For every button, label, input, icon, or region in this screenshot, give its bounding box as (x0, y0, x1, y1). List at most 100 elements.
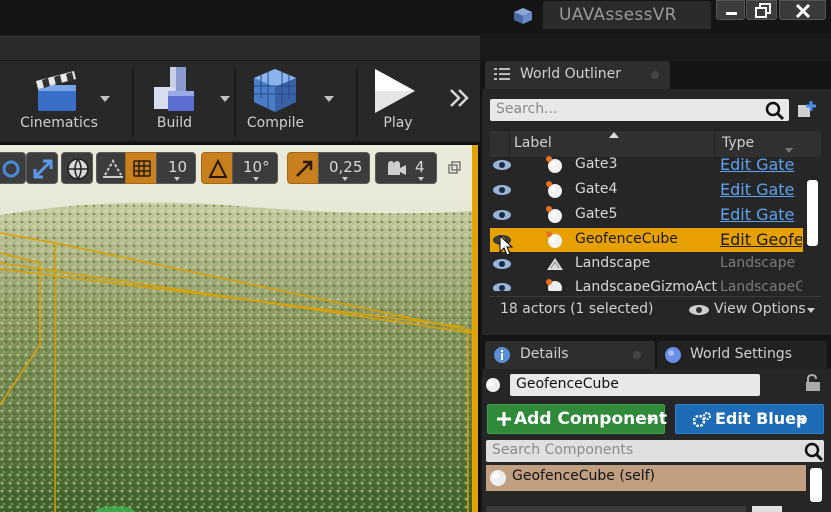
outliner-search-input[interactable]: Search... (490, 99, 789, 121)
transform-scale-button[interactable] (26, 152, 58, 184)
play-button[interactable]: Play (362, 61, 434, 139)
minimize-button[interactable] (716, 0, 745, 20)
edit-blueprint-caret-icon (799, 418, 807, 423)
cinematics-dropdown-icon[interactable] (100, 96, 110, 102)
title-bar: UAVAssessVR (0, 0, 831, 34)
actor-name-field[interactable]: GeofenceCube (510, 374, 760, 396)
rotation-snap-toggle[interactable] (201, 152, 233, 184)
compile-dropdown-icon[interactable] (324, 96, 334, 102)
scale-snap-toggle[interactable] (287, 152, 319, 184)
outliner-row-label: Gate5 (575, 206, 618, 222)
outliner-row[interactable]: LandscapeGizmoActi LandscapeG (490, 276, 803, 291)
grid-size-value: 10 (168, 158, 188, 176)
grid-size-dropdown[interactable]: 10 (156, 152, 196, 184)
surface-snapping-button[interactable] (96, 152, 128, 184)
window-title: UAVAssessVR (559, 5, 677, 25)
add-actor-icon[interactable] (796, 99, 818, 121)
view-options-button[interactable]: View Options (688, 300, 818, 320)
grid-snap-toggle[interactable] (125, 152, 157, 184)
viewport-scene (0, 145, 472, 512)
search-components-placeholder: Search Components (492, 442, 634, 458)
outliner-row[interactable]: GeofenceCube Edit Geofe (490, 228, 803, 252)
view-options-label: View Options (714, 301, 806, 317)
visibility-eye-icon[interactable] (492, 158, 512, 172)
close-button[interactable] (779, 0, 826, 20)
actor-sphere-icon (486, 378, 500, 392)
grid-icon (133, 160, 151, 177)
edit-blueprint-link[interactable]: Edit Gate (720, 180, 802, 199)
rotation-snap-dropdown[interactable]: 10° (232, 152, 278, 184)
outliner-search-placeholder: Search... (496, 101, 558, 117)
edit-blueprint-link[interactable]: Edit Geofe (720, 230, 802, 249)
outliner-row-label: LandscapeGizmoActi (575, 279, 717, 291)
globe-icon (67, 158, 89, 181)
compile-button[interactable]: Compile (240, 61, 340, 139)
outliner-row[interactable]: Landscape Landscape (490, 252, 803, 276)
toolbar-separator (356, 67, 358, 137)
scale-snap-icon (296, 160, 313, 177)
lock-icon[interactable] (804, 374, 824, 392)
outliner-row[interactable]: Gate4 Edit Gate (490, 178, 803, 202)
restore-button[interactable] (746, 0, 777, 20)
edit-blueprint-link[interactable]: Edit Gate (720, 155, 802, 174)
unreal-logo-icon (514, 8, 532, 24)
camera-speed-caret-icon (418, 177, 424, 181)
outliner-row[interactable]: Gate5 Edit Gate (490, 203, 803, 227)
add-component-button[interactable]: Add Component (487, 404, 667, 434)
play-icon (375, 69, 415, 113)
tab-close-dot-icon[interactable] (631, 349, 643, 361)
view-options-caret-icon (807, 308, 815, 313)
toolbar-overflow-chevron-icon[interactable] (448, 87, 470, 109)
camera-icon (388, 161, 406, 175)
angle-icon (208, 158, 228, 178)
camera-speed-dropdown[interactable]: 4 (375, 152, 437, 184)
search-components-input[interactable]: Search Components (486, 440, 824, 462)
edit-blueprint-button[interactable]: Edit Bluep (675, 404, 824, 434)
tab-details[interactable]: Details (485, 341, 655, 369)
component-self-label: GeofenceCube (self) (512, 468, 656, 484)
visibility-eye-icon[interactable] (492, 183, 512, 197)
actor-sphere-icon (490, 470, 506, 486)
outliner-row[interactable]: Gate3 Edit Gate (490, 153, 803, 177)
outliner-row-type: Landscape (720, 255, 796, 271)
add-component-caret-icon (647, 418, 655, 423)
search-icon (765, 101, 785, 121)
scale-snap-dropdown[interactable]: 0,25 (318, 152, 370, 184)
outliner-row-label: Gate3 (575, 156, 618, 172)
camera-speed-value: 4 (415, 158, 425, 176)
clapperboard-icon (36, 71, 76, 111)
outliner-list-icon (494, 68, 510, 80)
tab-world-settings[interactable]: World Settings (657, 341, 827, 369)
outliner-row-label: Landscape (575, 255, 651, 271)
toolbar-label-play: Play (383, 115, 413, 131)
toolbar-label-build: Build (156, 115, 193, 131)
visibility-eye-icon[interactable] (492, 208, 512, 222)
blueprint-actor-icon (546, 206, 562, 223)
component-tree-self-row[interactable]: GeofenceCube (self) (486, 465, 806, 491)
actor-name-value: GeofenceCube (516, 376, 619, 392)
outliner-scrollbar[interactable] (807, 180, 818, 246)
components-scrollbar[interactable] (810, 468, 822, 502)
mouse-cursor-icon (499, 235, 513, 256)
transform-rotate-button[interactable] (0, 152, 26, 184)
build-blocks-icon (154, 67, 194, 111)
details-next-row (486, 506, 746, 512)
build-button[interactable]: Build (140, 61, 235, 139)
minimize-icon (726, 12, 737, 15)
actor-count-status: 18 actors (1 selected) (500, 301, 654, 317)
build-dropdown-icon[interactable] (220, 96, 230, 102)
rotate-icon (2, 160, 20, 178)
level-viewport[interactable] (0, 145, 472, 512)
blueprint-gears-icon (692, 412, 711, 428)
type-column-title: Type (722, 135, 755, 151)
eye-icon (689, 305, 709, 315)
blueprint-actor-icon (546, 156, 562, 173)
tab-close-dot-icon[interactable] (649, 69, 661, 81)
edit-blueprint-link[interactable]: Edit Gate (720, 205, 802, 224)
tab-world-outliner[interactable]: World Outliner (485, 61, 670, 89)
cinematics-button[interactable]: Cinematics (0, 61, 118, 139)
maximize-viewport-icon[interactable] (446, 160, 462, 176)
visibility-eye-icon[interactable] (492, 281, 512, 291)
visibility-eye-icon[interactable] (492, 257, 512, 271)
world-local-toggle[interactable] (61, 152, 93, 184)
